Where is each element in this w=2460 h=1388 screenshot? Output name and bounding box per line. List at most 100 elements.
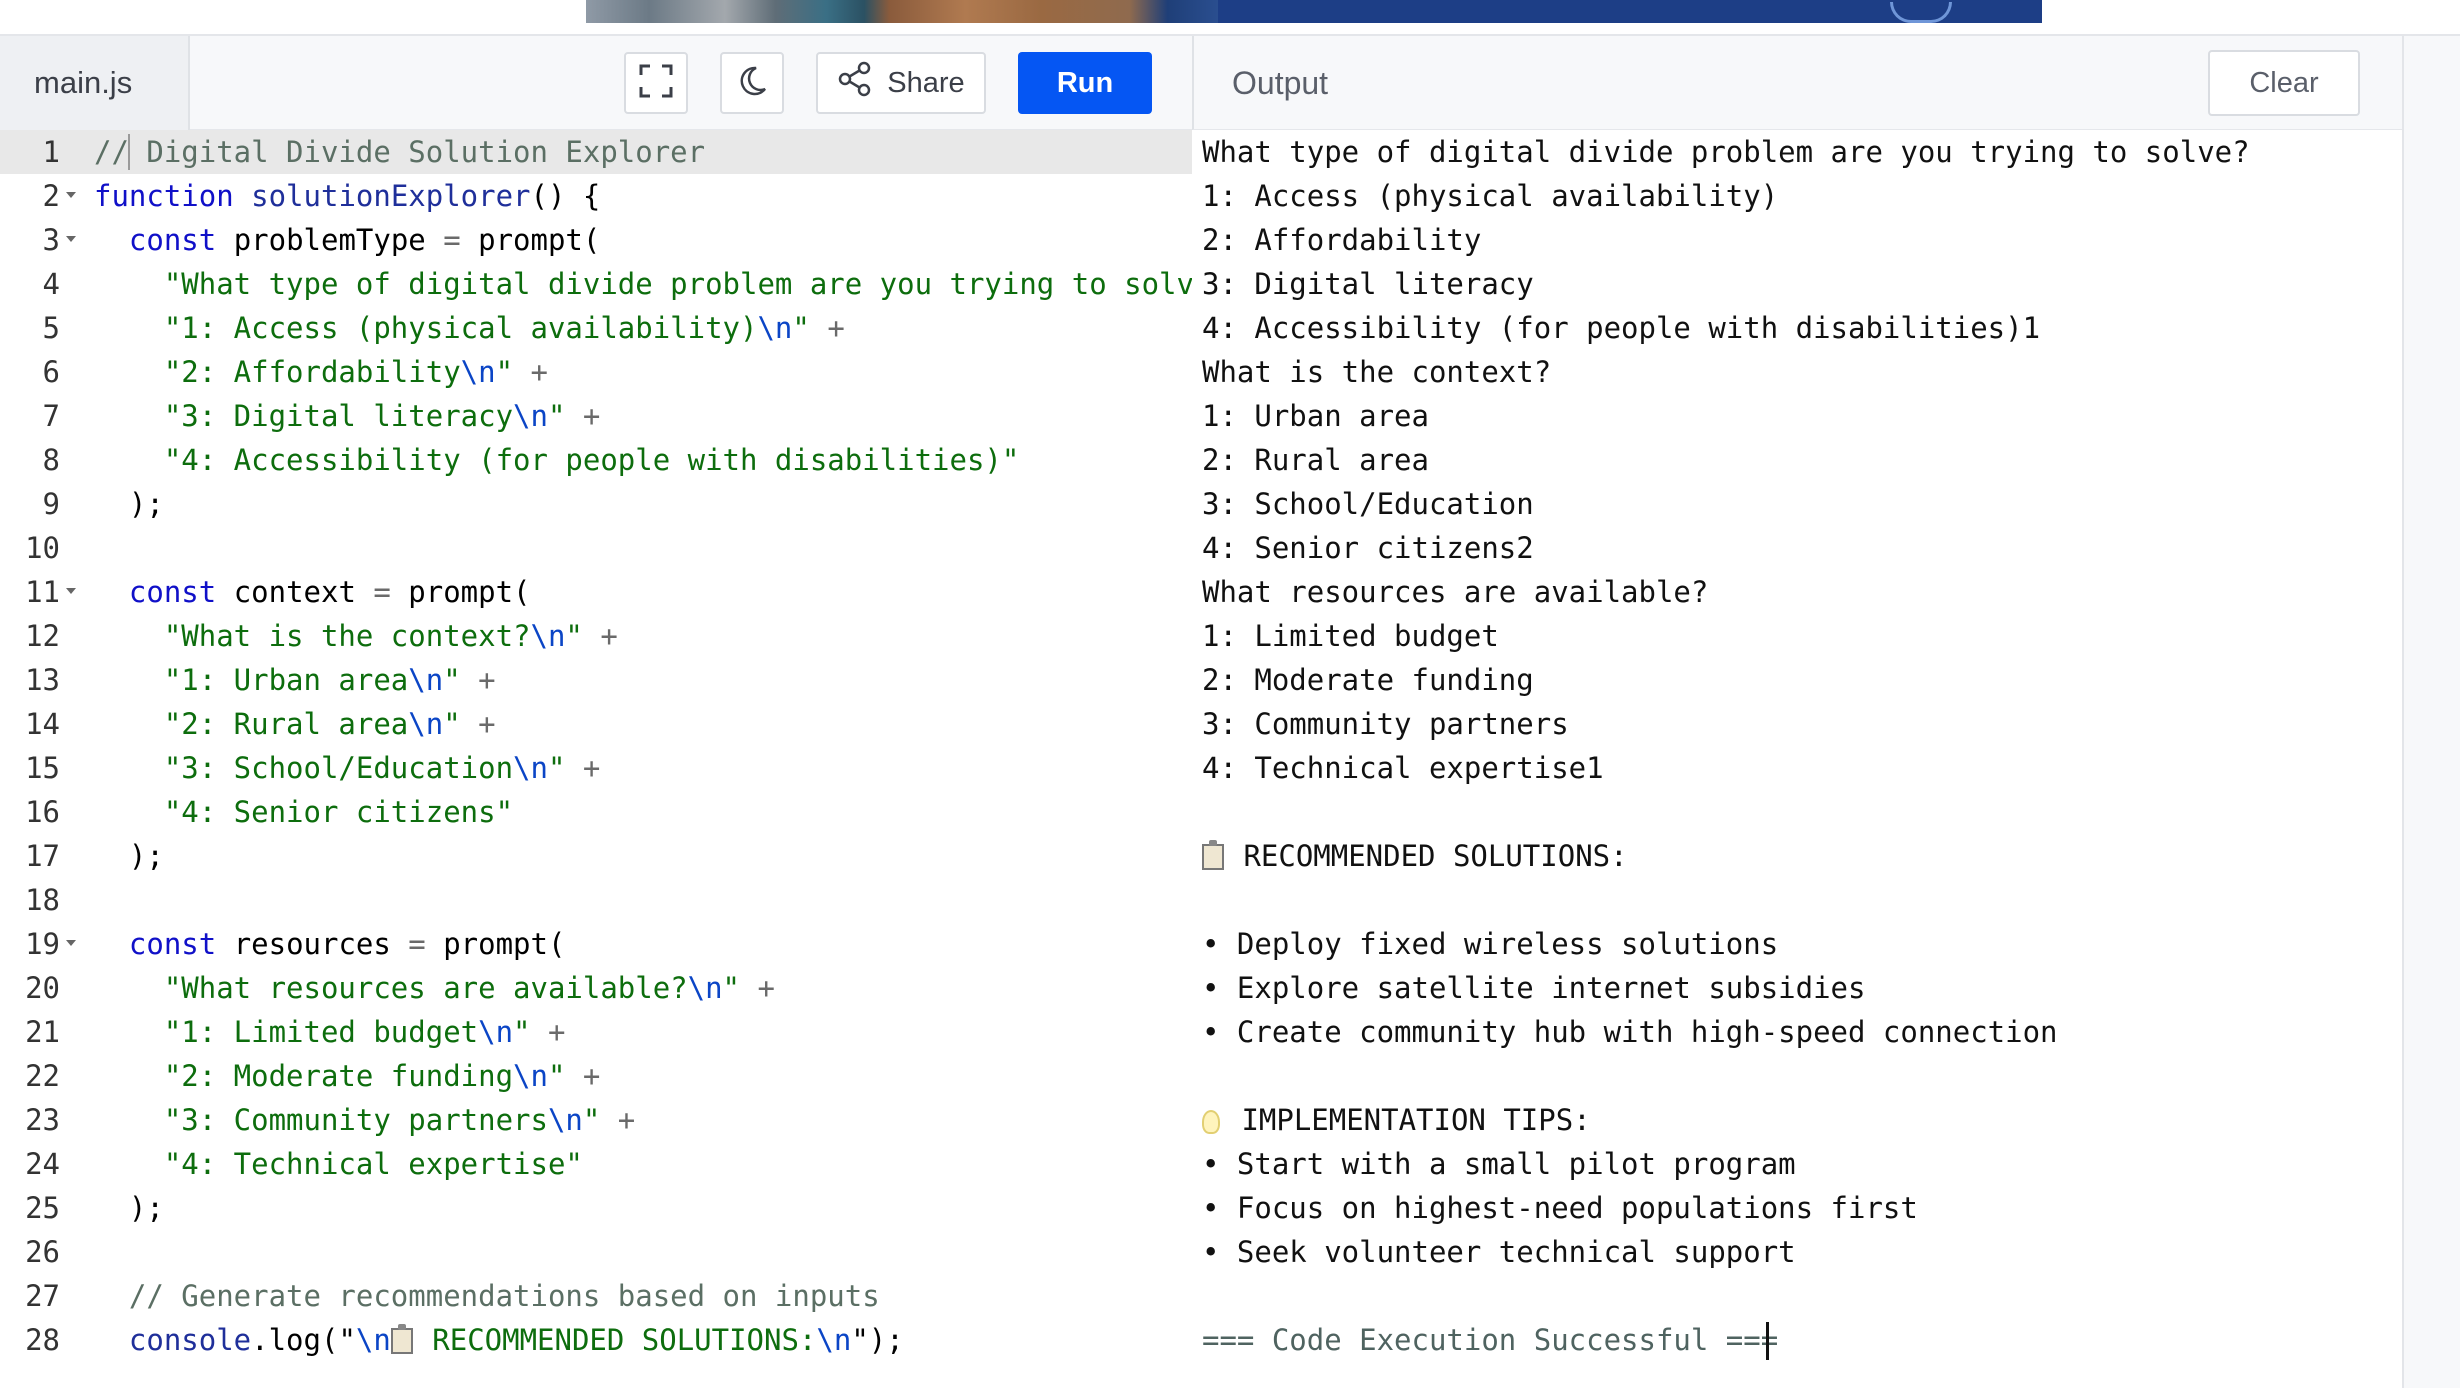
code-line[interactable]: 21 "1: Limited budget\n" + — [0, 1010, 1192, 1054]
output-line: What type of digital divide problem are … — [1202, 130, 2250, 174]
output-text: === Code Execution Successful === — [1202, 1323, 1779, 1357]
code-text: "What type of digital divide problem are… — [94, 262, 1192, 306]
code-token: + — [582, 1059, 601, 1093]
theme-toggle-button[interactable] — [720, 52, 784, 114]
banner-image-right[interactable] — [1218, 0, 2042, 23]
code-token: "What resources are available? — [94, 971, 688, 1005]
banner-image[interactable] — [586, 0, 1218, 23]
code-line[interactable]: 28 console.log("\n RECOMMENDED SOLUTIONS… — [0, 1318, 1192, 1362]
code-line[interactable]: 17 ); — [0, 834, 1192, 878]
code-token: " — [443, 663, 479, 697]
code-text: const resources = prompt( — [94, 922, 566, 966]
code-token: = — [408, 927, 444, 961]
code-token: \n — [513, 751, 548, 785]
code-line[interactable]: 5 "1: Access (physical availability)\n" … — [0, 306, 1192, 350]
code-token: " — [495, 355, 531, 389]
output-text: • Focus on highest-need populations firs… — [1202, 1191, 1918, 1225]
code-token: "3: Community partners — [94, 1103, 548, 1137]
code-line[interactable]: 1 // Digital Divide Solution Explorer — [0, 130, 1192, 174]
fold-arrow-icon[interactable] — [66, 940, 76, 946]
code-text: // Digital Divide Solution Explorer — [94, 130, 705, 174]
line-number: 23 — [25, 1103, 60, 1137]
code-line[interactable]: 3 const problemType = prompt( — [0, 218, 1192, 262]
code-line[interactable]: 9 ); — [0, 482, 1192, 526]
code-token: prompt( — [443, 927, 566, 961]
code-line[interactable]: 4 "What type of digital divide problem a… — [0, 262, 1192, 306]
code-line[interactable]: 8 "4: Accessibility (for people with dis… — [0, 438, 1192, 482]
code-line[interactable]: 20 "What resources are available?\n" + — [0, 966, 1192, 1010]
line-number: 11 — [25, 575, 60, 609]
code-line[interactable]: 6 "2: Affordability\n" + — [0, 350, 1192, 394]
output-text: 3: School/Education — [1202, 487, 1534, 521]
output-text: What type of digital divide problem are … — [1202, 135, 2250, 169]
code-token: console — [128, 1323, 252, 1357]
code-token: resources — [233, 927, 409, 961]
fold-arrow-icon[interactable] — [66, 588, 76, 594]
output-line: 4: Senior citizens2 — [1202, 526, 1534, 570]
code-line[interactable]: 15 "3: School/Education\n" + — [0, 746, 1192, 790]
share-label: Share — [887, 66, 965, 99]
output-cursor — [1766, 1322, 1769, 1360]
output-text: 1: Access (physical availability) — [1202, 179, 1779, 213]
line-number: 14 — [25, 707, 60, 741]
output-console: What type of digital divide problem are … — [1194, 130, 2402, 1388]
code-token: \n — [408, 663, 444, 697]
code-token: " — [513, 1015, 548, 1049]
output-line: 3: Digital literacy — [1202, 262, 1534, 306]
code-line[interactable]: 18 — [0, 878, 1192, 922]
code-line[interactable]: 22 "2: Moderate funding\n" + — [0, 1054, 1192, 1098]
code-line[interactable]: 26 — [0, 1230, 1192, 1274]
share-icon — [837, 61, 873, 105]
code-line[interactable]: 7 "3: Digital literacy\n" + — [0, 394, 1192, 438]
output-text: 3: Community partners — [1202, 707, 1569, 741]
output-text: 1: Limited budget — [1202, 619, 1499, 653]
output-line: • Create community hub with high-speed c… — [1202, 1010, 2058, 1054]
line-number: 18 — [25, 883, 60, 917]
run-button[interactable]: Run — [1018, 52, 1152, 114]
code-token: ); — [94, 1191, 164, 1225]
clear-button[interactable]: Clear — [2208, 50, 2360, 116]
scrollbar-track[interactable] — [2402, 36, 2460, 1388]
code-token: + — [478, 707, 496, 741]
code-token: \n — [513, 399, 548, 433]
code-line[interactable]: 10 — [0, 526, 1192, 570]
code-text: ); — [94, 482, 164, 526]
line-number: 9 — [42, 487, 60, 521]
fold-arrow-icon[interactable] — [66, 236, 76, 242]
code-text: function solutionExplorer() { — [94, 174, 600, 218]
code-line[interactable]: 2 function solutionExplorer() { — [0, 174, 1192, 218]
code-line[interactable]: 12 "What is the context?\n" + — [0, 614, 1192, 658]
code-token: + — [582, 399, 601, 433]
code-line[interactable]: 24 "4: Technical expertise" — [0, 1142, 1192, 1186]
code-line[interactable]: 27 // Generate recommendations based on … — [0, 1274, 1192, 1318]
code-line[interactable]: 23 "3: Community partners\n" + — [0, 1098, 1192, 1142]
code-line[interactable]: 13 "1: Urban area\n" + — [0, 658, 1192, 702]
output-text: • Explore satellite internet subsidies — [1202, 971, 1866, 1005]
line-number: 7 — [42, 399, 60, 433]
code-line[interactable]: 14 "2: Rural area\n" + — [0, 702, 1192, 746]
fullscreen-button[interactable] — [624, 52, 688, 114]
line-number: 16 — [25, 795, 60, 829]
code-token: + — [617, 1103, 636, 1137]
output-line: 2: Affordability — [1202, 218, 1481, 262]
code-line[interactable]: 25 ); — [0, 1186, 1192, 1230]
top-banner-ad[interactable] — [0, 0, 2460, 36]
clear-label: Clear — [2249, 66, 2319, 99]
line-number: 6 — [42, 355, 60, 389]
run-label: Run — [1056, 66, 1114, 99]
fold-arrow-icon[interactable] — [66, 192, 76, 198]
code-line[interactable]: 11 const context = prompt( — [0, 570, 1192, 614]
share-button[interactable]: Share — [816, 52, 986, 114]
code-text: ); — [94, 1186, 164, 1230]
code-text: "2: Rural area\n" + — [94, 702, 496, 746]
code-token: \n — [460, 355, 496, 389]
code-editor[interactable]: 1 // Digital Divide Solution Explorer 2 fun… — [0, 130, 1192, 1388]
output-text: 2: Affordability — [1202, 223, 1482, 257]
code-text: const problemType = prompt( — [94, 218, 600, 262]
output-text: What is the context? — [1202, 355, 1552, 389]
code-line[interactable]: 16 "4: Senior citizens" — [0, 790, 1192, 834]
code-token: "2: Moderate funding — [94, 1059, 514, 1093]
code-text: "What resources are available?\n" + — [94, 966, 775, 1010]
code-line[interactable]: 19 const resources = prompt( — [0, 922, 1192, 966]
file-tab-main-js[interactable]: main.js — [0, 36, 190, 130]
